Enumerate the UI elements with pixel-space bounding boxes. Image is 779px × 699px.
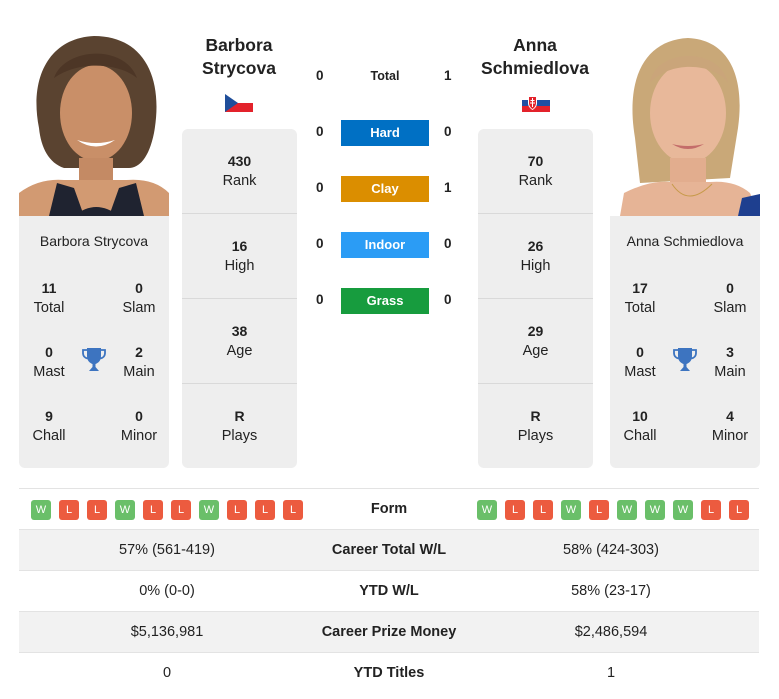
player2-total-titles: 17 Total — [624, 280, 656, 316]
surface-hard-button[interactable]: Hard — [341, 120, 429, 146]
player2-main-titles: 3 Main — [714, 344, 746, 380]
surface-indoor-button[interactable]: Indoor — [341, 232, 429, 258]
form-win-badge[interactable]: W — [617, 500, 637, 520]
form-loss-badge[interactable]: L — [255, 500, 275, 520]
player2-chall-titles: 10 Chall — [623, 408, 657, 444]
player2-high: 26 High — [478, 214, 593, 299]
trophy-icon — [82, 348, 106, 371]
player1-mast-titles: 0 Mast — [33, 344, 65, 380]
player1-full-name: Barbora Strycova — [39, 233, 149, 249]
form-label: Form — [370, 501, 408, 517]
form-row: WLLWLLWLLL Form WLLWLWWWLL — [19, 489, 759, 530]
player2-ranking-box: 70 Rank 26 High 29 Age R Plays — [478, 129, 593, 468]
player1-portrait-image — [19, 18, 169, 216]
player1-titles-card: Barbora Strycova 11 Total 0 Slam 0 Mast … — [19, 216, 169, 468]
player2-age: 29 Age — [478, 299, 593, 384]
player2-name-heading[interactable]: Anna Schmiedlova — [470, 34, 600, 80]
form-win-badge[interactable]: W — [645, 500, 665, 520]
h2h-indoor-row: 0 Indoor 0 — [310, 232, 470, 258]
h2h-total-label: Total — [370, 69, 400, 83]
player1-age: 38 Age — [182, 299, 297, 384]
form-win-badge[interactable]: W — [115, 500, 135, 520]
prize-money-label: Career Prize Money — [321, 624, 457, 640]
form-win-badge[interactable]: W — [673, 500, 693, 520]
stats-comparison-table: WLLWLLWLLL Form WLLWLWWWLL 57% (561-419)… — [19, 488, 759, 694]
player2-full-name: Anna Schmiedlova — [626, 233, 744, 249]
ytd-titles-label: YTD Titles — [353, 665, 425, 681]
h2h-hard-row: 0 Hard 0 — [310, 120, 470, 146]
player2-portrait-image — [610, 18, 760, 216]
player1-chall-titles: 9 Chall — [32, 408, 66, 444]
player2-career-wl: 58% (424-303) — [563, 542, 659, 558]
ytd-titles-row: 0 YTD Titles 1 — [19, 653, 759, 694]
player2-minor-titles: 4 Minor — [711, 408, 749, 444]
h2h-clay-row: 0 Clay 1 — [310, 176, 470, 202]
player1-rank: 430 Rank — [182, 129, 297, 214]
prize-money-row: $5,136,981 Career Prize Money $2,486,594 — [19, 612, 759, 653]
czech-republic-flag-icon — [225, 94, 253, 112]
player2-ytd-wl: 58% (23-17) — [571, 583, 651, 599]
trophy-icon — [673, 348, 697, 371]
form-loss-badge[interactable]: L — [87, 500, 107, 520]
surface-clay-button[interactable]: Clay — [341, 176, 429, 202]
player1-plays: R Plays — [221, 408, 258, 444]
player1-high: 16 High — [182, 214, 297, 299]
ytd-wl-row: 0% (0-0) YTD W/L 58% (23-17) — [19, 571, 759, 612]
player1-total-titles: 11 Total — [33, 280, 65, 316]
form-win-badge[interactable]: W — [199, 500, 219, 520]
player1-minor-titles: 0 Minor — [120, 408, 158, 444]
player1-ytd-titles: 0 — [162, 665, 172, 681]
player1-form: WLLWLLWLLL — [31, 500, 303, 520]
player1-career-wl: 57% (561-419) — [119, 542, 215, 558]
player2-photo — [610, 18, 760, 216]
player2-titles-card: Anna Schmiedlova 17 Total 0 Slam 0 Mast … — [610, 216, 760, 468]
form-win-badge[interactable]: W — [561, 500, 581, 520]
player2-mast-titles: 0 Mast — [624, 344, 656, 380]
form-loss-badge[interactable]: L — [505, 500, 525, 520]
player1-name-heading[interactable]: Barbora Strycova — [174, 34, 304, 80]
player1-ranking-box: 430 Rank 16 High 38 Age R Plays — [182, 129, 297, 468]
career-wl-row: 57% (561-419) Career Total W/L 58% (424-… — [19, 530, 759, 571]
player2-plays: R Plays — [517, 408, 554, 444]
player1-slam-titles: 0 Slam — [122, 280, 156, 316]
player2-prize-money: $2,486,594 — [574, 624, 648, 640]
player2-slam-titles: 0 Slam — [713, 280, 747, 316]
ytd-wl-label: YTD W/L — [359, 583, 419, 599]
h2h-total-row: 0 Total 1 — [316, 68, 452, 83]
form-loss-badge[interactable]: L — [729, 500, 749, 520]
form-loss-badge[interactable]: L — [59, 500, 79, 520]
player1-prize-money: $5,136,981 — [130, 624, 204, 640]
form-loss-badge[interactable]: L — [143, 500, 163, 520]
career-wl-label: Career Total W/L — [331, 542, 447, 558]
form-win-badge[interactable]: W — [31, 500, 51, 520]
player2-ytd-titles: 1 — [606, 665, 616, 681]
form-loss-badge[interactable]: L — [283, 500, 303, 520]
form-loss-badge[interactable]: L — [227, 500, 247, 520]
surface-grass-button[interactable]: Grass — [341, 288, 429, 314]
form-loss-badge[interactable]: L — [171, 500, 191, 520]
slovakia-flag-icon — [522, 94, 550, 112]
form-win-badge[interactable]: W — [477, 500, 497, 520]
player2-rank: 70 Rank — [478, 129, 593, 214]
form-loss-badge[interactable]: L — [589, 500, 609, 520]
form-loss-badge[interactable]: L — [533, 500, 553, 520]
form-loss-badge[interactable]: L — [701, 500, 721, 520]
player2-form: WLLWLWWWLL — [477, 500, 749, 520]
player1-photo — [19, 18, 169, 216]
player1-ytd-wl: 0% (0-0) — [139, 583, 195, 599]
player1-main-titles: 2 Main — [123, 344, 155, 380]
h2h-grass-row: 0 Grass 0 — [310, 288, 470, 314]
